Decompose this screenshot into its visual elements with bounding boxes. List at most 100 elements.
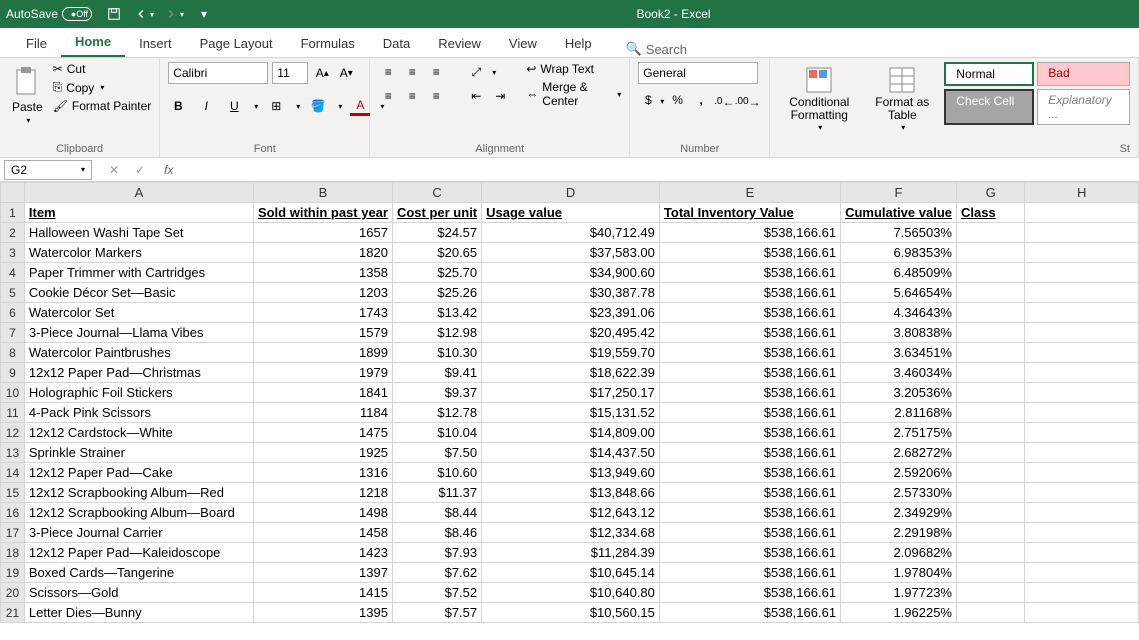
orientation-icon[interactable]: ⤢: [466, 62, 486, 82]
cell[interactable]: $538,166.61: [659, 403, 840, 423]
cell[interactable]: 2.09682%: [841, 543, 957, 563]
cell[interactable]: 2.34929%: [841, 503, 957, 523]
cell[interactable]: $9.41: [392, 363, 481, 383]
cell[interactable]: $14,437.50: [482, 443, 660, 463]
cell[interactable]: [957, 243, 1025, 263]
cell[interactable]: Cost per unit: [392, 203, 481, 223]
cell[interactable]: $24.57: [392, 223, 481, 243]
percent-icon[interactable]: %: [668, 90, 688, 110]
cell[interactable]: 1358: [253, 263, 392, 283]
cell[interactable]: $538,166.61: [659, 283, 840, 303]
wrap-text-button[interactable]: ↩ Wrap Text: [526, 62, 621, 76]
cell[interactable]: 1.97804%: [841, 563, 957, 583]
tab-review[interactable]: Review: [424, 30, 495, 57]
cell[interactable]: [957, 463, 1025, 483]
cell[interactable]: $14,809.00: [482, 423, 660, 443]
italic-button[interactable]: I: [196, 96, 216, 116]
increase-decimal-icon[interactable]: .0←: [714, 92, 734, 112]
cell[interactable]: 1820: [253, 243, 392, 263]
cell[interactable]: [1025, 423, 1139, 443]
customize-qat-icon[interactable]: ▾: [194, 4, 214, 24]
cell[interactable]: 3.46034%: [841, 363, 957, 383]
cell[interactable]: $20.65: [392, 243, 481, 263]
cell[interactable]: [957, 363, 1025, 383]
cell[interactable]: Holographic Foil Stickers: [24, 383, 253, 403]
cell[interactable]: 1579: [253, 323, 392, 343]
cell[interactable]: [1025, 303, 1139, 323]
cell[interactable]: 1184: [253, 403, 392, 423]
conditional-formatting-button[interactable]: Conditional Formatting▾: [778, 62, 860, 137]
cell[interactable]: 1657: [253, 223, 392, 243]
cell[interactable]: [957, 563, 1025, 583]
cell[interactable]: 1218: [253, 483, 392, 503]
cell[interactable]: Letter Dies—Bunny: [24, 603, 253, 623]
cell[interactable]: [1025, 363, 1139, 383]
row-header[interactable]: 7: [1, 323, 25, 343]
cell[interactable]: $10.04: [392, 423, 481, 443]
cell[interactable]: $538,166.61: [659, 603, 840, 623]
cell[interactable]: [957, 503, 1025, 523]
cell[interactable]: $538,166.61: [659, 323, 840, 343]
cell[interactable]: [957, 483, 1025, 503]
column-header-C[interactable]: C: [392, 183, 481, 203]
cell[interactable]: 1925: [253, 443, 392, 463]
cell[interactable]: [957, 423, 1025, 443]
cell[interactable]: 1743: [253, 303, 392, 323]
tab-page-layout[interactable]: Page Layout: [186, 30, 287, 57]
cell[interactable]: $538,166.61: [659, 363, 840, 383]
cell[interactable]: 1203: [253, 283, 392, 303]
cell[interactable]: $12.78: [392, 403, 481, 423]
formula-input[interactable]: [179, 160, 1139, 180]
row-header[interactable]: 18: [1, 543, 25, 563]
cell[interactable]: [957, 263, 1025, 283]
cell[interactable]: 7.56503%: [841, 223, 957, 243]
cell[interactable]: [1025, 343, 1139, 363]
format-painter-button[interactable]: 🖌 Format Painter: [53, 99, 152, 113]
cell[interactable]: [1025, 283, 1139, 303]
align-top-icon[interactable]: ≡: [378, 62, 398, 82]
cell[interactable]: Watercolor Set: [24, 303, 253, 323]
cell[interactable]: 1.97723%: [841, 583, 957, 603]
cell[interactable]: $34,900.60: [482, 263, 660, 283]
cell[interactable]: $25.70: [392, 263, 481, 283]
align-bottom-icon[interactable]: ≡: [426, 62, 446, 82]
cell[interactable]: Paper Trimmer with Cartridges: [24, 263, 253, 283]
style-normal[interactable]: Normal: [944, 62, 1034, 86]
row-header[interactable]: 20: [1, 583, 25, 603]
increase-font-icon[interactable]: A▴: [312, 63, 332, 83]
cell[interactable]: $18,622.39: [482, 363, 660, 383]
cell[interactable]: $538,166.61: [659, 343, 840, 363]
cell[interactable]: 12x12 Paper Pad—Kaleidoscope: [24, 543, 253, 563]
cell[interactable]: $538,166.61: [659, 503, 840, 523]
cell[interactable]: [1025, 463, 1139, 483]
number-format-select[interactable]: [638, 62, 758, 84]
column-header-G[interactable]: G: [957, 183, 1025, 203]
cell[interactable]: 12x12 Scrapbooking Album—Board: [24, 503, 253, 523]
align-middle-icon[interactable]: ≡: [402, 62, 422, 82]
cell[interactable]: $538,166.61: [659, 483, 840, 503]
row-header[interactable]: 17: [1, 523, 25, 543]
cell-styles-gallery[interactable]: Normal Bad Check Cell Explanatory ...: [944, 62, 1130, 125]
cell[interactable]: [957, 303, 1025, 323]
row-header[interactable]: 4: [1, 263, 25, 283]
cell[interactable]: $7.62: [392, 563, 481, 583]
cell[interactable]: [1025, 243, 1139, 263]
worksheet-grid[interactable]: A B C D E F G H 1 Item Sold within past …: [0, 182, 1139, 640]
cell[interactable]: [957, 583, 1025, 603]
borders-button[interactable]: ⊞: [266, 96, 286, 116]
cell[interactable]: [957, 383, 1025, 403]
undo-icon[interactable]: ▾: [134, 4, 154, 24]
cell[interactable]: [1025, 483, 1139, 503]
cell[interactable]: 2.59206%: [841, 463, 957, 483]
currency-icon[interactable]: $: [638, 90, 658, 110]
row-header[interactable]: 12: [1, 423, 25, 443]
cell[interactable]: [957, 603, 1025, 623]
style-bad[interactable]: Bad: [1037, 62, 1130, 86]
cell[interactable]: Class: [957, 203, 1025, 223]
cell[interactable]: $12,334.68: [482, 523, 660, 543]
column-header-B[interactable]: B: [253, 183, 392, 203]
cell[interactable]: $538,166.61: [659, 243, 840, 263]
cell[interactable]: $538,166.61: [659, 223, 840, 243]
search-box[interactable]: 🔍 Search: [626, 41, 687, 57]
cell[interactable]: $10,560.15: [482, 603, 660, 623]
